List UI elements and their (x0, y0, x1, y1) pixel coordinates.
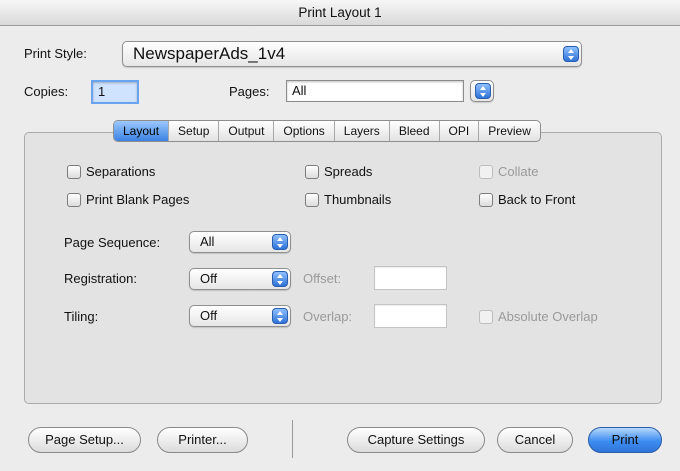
printer-button[interactable]: Printer... (157, 427, 248, 453)
popup-arrows-icon (563, 46, 579, 62)
separations-label: Separations (86, 164, 156, 179)
page-sequence-value: All (200, 234, 215, 249)
pages-label: Pages: (229, 84, 270, 99)
tiling-popup[interactable]: Off (189, 305, 291, 327)
back-to-front-checkbox[interactable] (479, 193, 493, 207)
tiling-label: Tiling: (64, 309, 99, 324)
print-blank-pages-label: Print Blank Pages (86, 192, 190, 207)
page-setup-button[interactable]: Page Setup... (28, 427, 141, 453)
button-divider (292, 420, 293, 458)
tab-bar: Layout Setup Output Options Layers Bleed… (113, 120, 541, 142)
popup-arrows-icon (475, 83, 491, 99)
tab-layout[interactable]: Layout (114, 121, 170, 141)
absolute-overlap-checkbox[interactable] (479, 310, 493, 324)
thumbnails-label: Thumbnails (324, 192, 392, 207)
tab-options[interactable]: Options (274, 121, 335, 141)
tab-opi[interactable]: OPI (440, 121, 480, 141)
registration-value: Off (200, 271, 218, 286)
collate-checkbox[interactable] (479, 165, 493, 179)
tab-output[interactable]: Output (219, 121, 275, 141)
copies-label: Copies: (24, 84, 69, 99)
tab-setup[interactable]: Setup (169, 121, 220, 141)
collate-label: Collate (498, 164, 539, 179)
capture-settings-button[interactable]: Capture Settings (347, 427, 485, 453)
copies-value: 1 (98, 84, 106, 99)
thumbnails-checkbox[interactable] (305, 193, 319, 207)
back-to-front-label: Back to Front (498, 192, 576, 207)
window-title: Print Layout 1 (0, 0, 680, 26)
page-sequence-popup[interactable]: All (189, 231, 291, 253)
page-sequence-label: Page Sequence: (64, 235, 161, 250)
overlap-input[interactable] (374, 304, 447, 328)
tab-bleed[interactable]: Bleed (390, 121, 440, 141)
registration-popup[interactable]: Off (189, 268, 291, 290)
popup-arrows-icon (272, 234, 288, 250)
offset-label: Offset: (303, 271, 342, 286)
print-style-value: NewspaperAds_1v4 (133, 44, 286, 63)
cancel-button[interactable]: Cancel (497, 427, 573, 453)
tiling-value: Off (200, 308, 218, 323)
pages-input[interactable]: All (286, 80, 464, 102)
absolute-overlap-label: Absolute Overlap (498, 309, 598, 324)
tab-preview[interactable]: Preview (479, 121, 540, 141)
offset-input[interactable] (374, 266, 447, 290)
tab-layers[interactable]: Layers (335, 121, 390, 141)
registration-label: Registration: (64, 271, 137, 286)
popup-arrows-icon (272, 308, 288, 324)
popup-arrows-icon (272, 271, 288, 287)
separations-checkbox[interactable] (67, 165, 81, 179)
spreads-checkbox[interactable] (305, 165, 319, 179)
print-blank-pages-checkbox[interactable] (67, 193, 81, 207)
print-button[interactable]: Print (588, 427, 662, 453)
print-style-popup[interactable]: NewspaperAds_1v4 (122, 41, 582, 67)
overlap-label: Overlap: (303, 309, 353, 324)
pages-value: All (292, 83, 307, 98)
spreads-label: Spreads (324, 164, 373, 179)
pages-popup[interactable] (470, 80, 494, 102)
print-style-label: Print Style: (24, 46, 87, 61)
copies-input[interactable]: 1 (91, 80, 139, 104)
